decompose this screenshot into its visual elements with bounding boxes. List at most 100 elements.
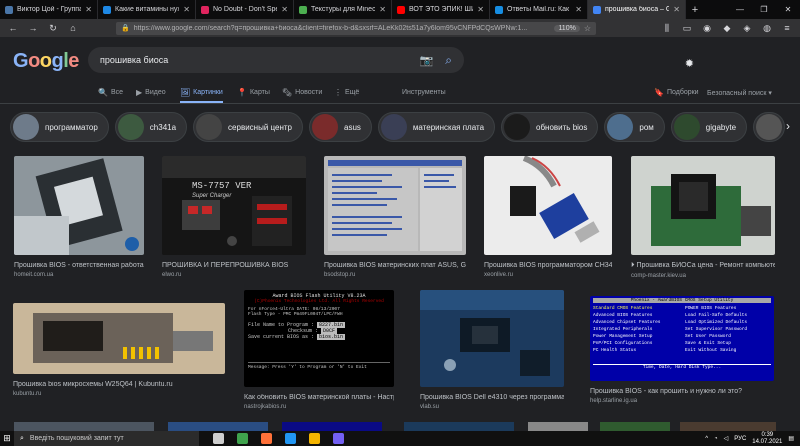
tab-close-icon[interactable]: ✕ — [85, 5, 92, 14]
menu-tab-2[interactable]: ▶ Видео — [136, 84, 166, 101]
related-search-chip[interactable]: ром — [604, 112, 665, 142]
browser-tab[interactable]: Текстуры для Minecraft...✕ — [294, 0, 392, 19]
search-icon[interactable]: ⌕ — [445, 53, 452, 68]
chevron-right-icon[interactable]: › — [786, 119, 790, 133]
related-search-chip[interactable]: обновить bios — [501, 112, 599, 142]
image-result[interactable]: ⏵ Прошивка БИОСа цена - Ремонт компьюте.… — [631, 156, 775, 279]
result-caption[interactable]: Прошивка BIOS материнских плат ASUS, GI.… — [324, 262, 466, 269]
new-tab-button[interactable]: + — [686, 0, 704, 19]
library-icon[interactable]: ⫼ — [660, 21, 674, 35]
network-icon[interactable]: ◔ — [714, 436, 718, 442]
image-result-partial[interactable] — [600, 422, 670, 431]
related-search-chip[interactable]: сервисный центр — [193, 112, 303, 142]
zoom-level[interactable]: 110% — [554, 24, 580, 32]
result-source[interactable]: kubuntu.ru — [13, 391, 225, 397]
image-result[interactable]: Прошивка BIOS материнских плат ASUS, GI.… — [324, 156, 466, 278]
image-result[interactable]: MS-7757 VER Super Charger ПРОШИВКА И ПЕР… — [162, 156, 306, 278]
menu-tab-8[interactable]: 🔖 Подборки — [654, 84, 699, 101]
result-source[interactable]: nastrojkabios.ru — [244, 404, 394, 410]
menu-tab-7[interactable]: Инструменты — [402, 84, 446, 101]
image-result[interactable]: Прошивка BIOS программатором CH34... xeo… — [484, 156, 612, 278]
related-search-chip[interactable] — [753, 112, 786, 142]
windows-start-icon[interactable]: ⊞ — [0, 431, 14, 446]
viber-icon[interactable] — [333, 433, 344, 444]
related-search-chip[interactable]: asus — [309, 112, 372, 142]
notifications-icon[interactable]: ▤ — [788, 435, 794, 442]
result-source[interactable]: bsodstop.ru — [324, 272, 466, 278]
related-search-chip[interactable]: программатор — [10, 112, 109, 142]
result-caption[interactable]: Прошивка BIOS - ответственная работа, ..… — [14, 262, 144, 269]
browser-tab[interactable]: Ответы Mail.ru: Как обн... ✕ — [490, 0, 588, 19]
result-caption[interactable]: Прошивка BIOS Dell e4310 через программа… — [420, 394, 564, 401]
url-text[interactable]: https://www.google.com/search?q=прошивка… — [134, 25, 551, 32]
clock[interactable]: 0:39 14.07.2021 — [752, 432, 782, 446]
result-thumbnail[interactable] — [484, 156, 612, 255]
search-input[interactable]: прошивка биоса — [100, 55, 420, 65]
image-result-partial[interactable] — [528, 422, 588, 431]
maximize-icon[interactable]: ❐ — [752, 0, 776, 19]
address-bar[interactable]: 🔒 https://www.google.com/search?q=прошив… — [116, 21, 596, 35]
image-result-partial[interactable] — [680, 422, 776, 431]
camera-icon[interactable]: 📷 — [420, 54, 434, 67]
result-thumbnail[interactable]: Award BIOS Flash Utility V8.23A (C)Phoen… — [244, 290, 394, 387]
result-thumbnail[interactable] — [14, 156, 144, 255]
home-icon[interactable]: ⌂ — [66, 21, 80, 35]
result-caption[interactable]: Прошивка BIOS - как прошить и нужно ли э… — [590, 388, 774, 395]
browser-tab[interactable]: прошивка биоса – Goog... ✕ — [588, 0, 686, 19]
tray-chevron-icon[interactable]: ^ — [705, 436, 708, 442]
extension-icon[interactable]: ◍ — [760, 21, 774, 35]
image-result[interactable]: Прошивка bios микросхемы W25Q64 | Kubunt… — [13, 303, 225, 397]
browser-tab[interactable]: Какие витамины нужно... ✕ — [98, 0, 196, 19]
extension-icon[interactable]: ◈ — [740, 21, 754, 35]
result-source[interactable]: comp-master.kiev.ua — [631, 273, 775, 279]
search-box[interactable]: прошивка биоса 📷 ⌕ — [88, 47, 464, 73]
result-caption[interactable]: Прошивка bios микросхемы W25Q64 | Kubunt… — [13, 381, 225, 388]
menu-icon[interactable]: ≡ — [780, 21, 794, 35]
result-thumbnail[interactable]: MS-7757 VER Super Charger — [162, 156, 306, 255]
related-search-chip[interactable]: gigabyte — [670, 112, 748, 142]
menu-tab-9[interactable]: Безопасный поиск ▾ — [707, 84, 772, 101]
menu-tab-4[interactable]: 📍 Карты — [237, 84, 270, 101]
image-result[interactable]: Прошивка BIOS Dell e4310 через программа… — [420, 290, 564, 410]
result-source[interactable]: homeit.com.ua — [14, 272, 144, 278]
tab-close-icon[interactable]: ✕ — [281, 5, 288, 14]
menu-tab-3[interactable]: 🖼 Картинки — [180, 84, 223, 103]
image-result-partial[interactable] — [282, 422, 382, 431]
image-result[interactable]: Прошивка BIOS - ответственная работа, ..… — [14, 156, 144, 278]
result-source[interactable]: help.starline.ig.ua — [590, 398, 774, 404]
image-result-partial[interactable] — [168, 422, 268, 431]
result-thumbnail[interactable] — [324, 156, 466, 255]
forward-icon[interactable]: → — [26, 21, 40, 35]
result-caption[interactable]: Как обновить BIOS материнской платы - На… — [244, 394, 394, 401]
back-icon[interactable]: ← — [6, 21, 20, 35]
reload-icon[interactable]: ↻ — [46, 21, 60, 35]
result-source[interactable]: vlab.su — [420, 404, 564, 410]
close-icon[interactable]: ✕ — [776, 0, 800, 19]
result-source[interactable]: xeonlive.ru — [484, 272, 612, 278]
browser-tab[interactable]: No Doubt - Don't Speak... ✕ — [196, 0, 294, 19]
task-view-icon[interactable] — [213, 433, 224, 444]
tab-close-icon[interactable]: ✕ — [183, 5, 190, 14]
result-caption[interactable]: ⏵ Прошивка БИОСа цена - Ремонт компьюте.… — [631, 262, 775, 270]
minimize-icon[interactable]: — — [728, 0, 752, 19]
firefox-icon[interactable] — [261, 433, 272, 444]
menu-tab-5[interactable]: 🗞 Новости — [282, 84, 322, 101]
tab-close-icon[interactable]: ✕ — [477, 5, 484, 14]
taskbar-search-placeholder[interactable]: Введіть пошуковий запит тут — [30, 435, 124, 442]
settings-sun-icon[interactable]: ✹ — [685, 57, 694, 70]
sidebar-icon[interactable]: ▭ — [680, 21, 694, 35]
account-icon[interactable]: ◉ — [700, 21, 714, 35]
tab-close-icon[interactable]: ✕ — [379, 5, 386, 14]
result-thumbnail[interactable] — [13, 303, 225, 374]
volume-icon[interactable]: ◁ — [724, 435, 729, 442]
app-icon[interactable] — [309, 433, 320, 444]
tab-close-icon[interactable]: ✕ — [673, 5, 680, 14]
image-result-partial[interactable] — [404, 422, 514, 431]
result-thumbnail[interactable] — [631, 156, 775, 255]
language-indicator[interactable]: РУС — [734, 436, 746, 442]
menu-tab-1[interactable]: 🔍 Все — [98, 84, 123, 101]
related-search-chip[interactable]: ch341a — [114, 112, 188, 142]
browser-tab[interactable]: Виктор Цой - Группа кр...✕ — [0, 0, 98, 19]
media-icon[interactable] — [285, 433, 296, 444]
app-icon[interactable] — [237, 433, 248, 444]
